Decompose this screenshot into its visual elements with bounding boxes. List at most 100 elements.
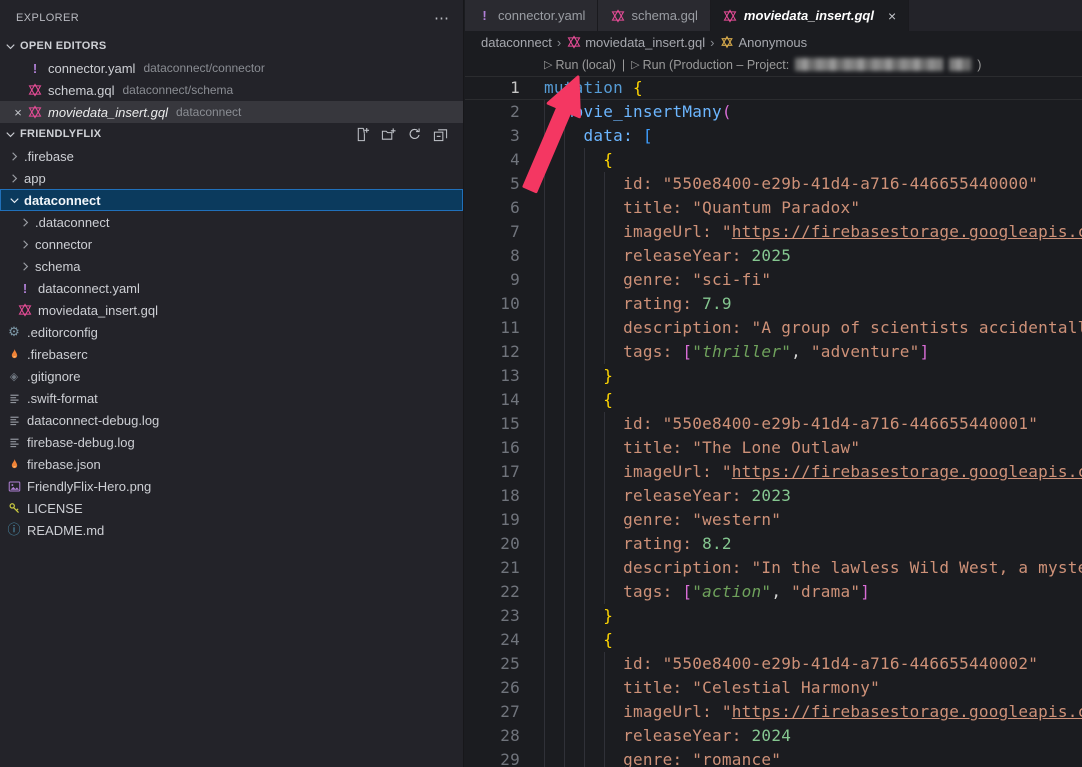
new-folder-icon[interactable] xyxy=(380,126,397,143)
code-line-12[interactable]: 12 tags: ["thriller", "adventure"] xyxy=(465,340,1082,364)
code-line-1[interactable]: 1mutation { xyxy=(465,76,1082,100)
tree-item-connector[interactable]: connector xyxy=(0,233,463,255)
line-number: 16 xyxy=(465,436,520,460)
open-editor-schema.gql[interactable]: schema.gqldataconnect/schema xyxy=(0,79,463,101)
tree-item-label: .dataconnect xyxy=(35,215,109,230)
open-editor-moviedata_insert.gql[interactable]: ×moviedata_insert.gqldataconnect xyxy=(0,101,463,123)
breadcrumb-label: moviedata_insert.gql xyxy=(585,35,705,50)
list-file-icon xyxy=(6,390,22,406)
line-number: 24 xyxy=(465,628,520,652)
run-local-link[interactable]: ▷ Run (local) xyxy=(544,58,616,72)
tree-item-.editorconfig[interactable]: ⚙.editorconfig xyxy=(0,321,463,343)
tree-item-.gitignore[interactable]: ◈.gitignore xyxy=(0,365,463,387)
tree-item-.firebase[interactable]: .firebase xyxy=(0,145,463,167)
operation-icon xyxy=(720,35,735,50)
tree-item-LICENSE[interactable]: LICENSE xyxy=(0,497,463,519)
code-line-24[interactable]: 24 { xyxy=(465,628,1082,652)
tree-item-FriendlyFlix-Hero.png[interactable]: FriendlyFlix-Hero.png xyxy=(0,475,463,497)
tree-item-app[interactable]: app xyxy=(0,167,463,189)
tree-item-dataconnect-debug.log[interactable]: dataconnect-debug.log xyxy=(0,409,463,431)
code-line-16[interactable]: 16 title: "The Lone Outlaw" xyxy=(465,436,1082,460)
line-number: 22 xyxy=(465,580,520,604)
tree-item-dataconnect.yaml[interactable]: !dataconnect.yaml xyxy=(0,277,463,299)
breadcrumb-item-moviedata_insert.gql[interactable]: moviedata_insert.gql xyxy=(566,35,705,50)
code-line-26[interactable]: 26 title: "Celestial Harmony" xyxy=(465,676,1082,700)
code-line-10[interactable]: 10 rating: 7.9 xyxy=(465,292,1082,316)
code-line-23[interactable]: 23 } xyxy=(465,604,1082,628)
tree-item-moviedata_insert.gql[interactable]: moviedata_insert.gql xyxy=(0,299,463,321)
indent-guide xyxy=(584,172,585,196)
code-line-4[interactable]: 4 { xyxy=(465,148,1082,172)
code-line-21[interactable]: 21 description: "In the lawless Wild Wes… xyxy=(465,556,1082,580)
indent-guide xyxy=(564,196,565,220)
breadcrumb-item-dataconnect[interactable]: dataconnect xyxy=(481,35,552,50)
code-line-19[interactable]: 19 genre: "western" xyxy=(465,508,1082,532)
code-line-8[interactable]: 8 releaseYear: 2025 xyxy=(465,244,1082,268)
tree-item-label: .swift-format xyxy=(27,391,98,406)
indent-guide xyxy=(544,268,545,292)
code-line-3[interactable]: 3 data: [ xyxy=(465,124,1082,148)
indent-guide xyxy=(564,748,565,767)
indent-guide xyxy=(604,436,605,460)
open-editors-label: OPEN EDITORS xyxy=(20,40,107,52)
code-line-28[interactable]: 28 releaseYear: 2024 xyxy=(465,724,1082,748)
tree-item-.swift-format[interactable]: .swift-format xyxy=(0,387,463,409)
code-line-29[interactable]: 29 genre: "romance" xyxy=(465,748,1082,767)
indent-guide xyxy=(604,652,605,676)
code-line-7[interactable]: 7 imageUrl: "https://firebasestorage.goo… xyxy=(465,220,1082,244)
collapse-all-icon[interactable] xyxy=(432,126,449,143)
code-line-11[interactable]: 11 description: "A group of scientists a… xyxy=(465,316,1082,340)
breadcrumb-item-Anonymous[interactable]: Anonymous xyxy=(720,35,808,50)
indent-guide xyxy=(584,244,585,268)
tree-item-dataconnect[interactable]: dataconnect xyxy=(0,189,463,211)
explorer-sidebar: EXPLORER ⋯ OPEN EDITORS !connector.yamld… xyxy=(0,0,464,767)
more-actions-icon[interactable]: ⋯ xyxy=(434,9,449,27)
indent-guide xyxy=(604,412,605,436)
close-icon[interactable]: × xyxy=(888,8,896,24)
tab-connector.yaml[interactable]: !connector.yaml xyxy=(465,0,598,31)
close-icon[interactable]: × xyxy=(10,105,26,120)
tree-item-.firebaserc[interactable]: .firebaserc xyxy=(0,343,463,365)
refresh-icon[interactable] xyxy=(406,126,423,143)
project-section-header[interactable]: FRIENDLYFLIX xyxy=(0,123,463,145)
code-line-13[interactable]: 13 } xyxy=(465,364,1082,388)
code-line-27[interactable]: 27 imageUrl: "https://firebasestorage.go… xyxy=(465,700,1082,724)
new-file-icon[interactable] xyxy=(354,126,371,143)
code-line-2[interactable]: 2 movie_insertMany( xyxy=(465,100,1082,124)
code-editor[interactable]: 1mutation {2 movie_insertMany(3 data: [4… xyxy=(465,76,1082,767)
code-line-9[interactable]: 9 genre: "sci-fi" xyxy=(465,268,1082,292)
indent-guide xyxy=(584,388,585,412)
indent-guide xyxy=(544,700,545,724)
tree-item-firebase.json[interactable]: firebase.json xyxy=(0,453,463,475)
code-line-17[interactable]: 17 imageUrl: "https://firebasestorage.go… xyxy=(465,460,1082,484)
tree-item-README.md[interactable]: ⓘREADME.md xyxy=(0,519,463,541)
open-editors-section-header[interactable]: OPEN EDITORS xyxy=(0,35,463,57)
tab-schema.gql[interactable]: schema.gql xyxy=(598,0,710,31)
project-actions xyxy=(354,126,463,143)
indent-guide xyxy=(584,628,585,652)
codelens-separator: | xyxy=(622,58,625,72)
open-editor-connector.yaml[interactable]: !connector.yamldataconnect/connector xyxy=(0,57,463,79)
tab-moviedata_insert.gql[interactable]: moviedata_insert.gql× xyxy=(711,0,909,31)
run-production-link[interactable]: ▷ Run (Production – Project: xyxy=(631,58,789,72)
tree-item-.dataconnect[interactable]: .dataconnect xyxy=(0,211,463,233)
indent-guide xyxy=(604,220,605,244)
tree-item-label: FriendlyFlix-Hero.png xyxy=(27,479,151,494)
code-line-25[interactable]: 25 id: "550e8400-e29b-41d4-a716-44665544… xyxy=(465,652,1082,676)
code-line-5[interactable]: 5 id: "550e8400-e29b-41d4-a716-446655440… xyxy=(465,172,1082,196)
code-line-15[interactable]: 15 id: "550e8400-e29b-41d4-a716-44665544… xyxy=(465,412,1082,436)
code-line-14[interactable]: 14 { xyxy=(465,388,1082,412)
indent-guide xyxy=(564,124,565,148)
indent-guide xyxy=(544,148,545,172)
code-line-22[interactable]: 22 tags: ["action", "drama"] xyxy=(465,580,1082,604)
tab-bar: !connector.yamlschema.gqlmoviedata_inser… xyxy=(465,0,1082,31)
code-line-18[interactable]: 18 releaseYear: 2023 xyxy=(465,484,1082,508)
tree-item-firebase-debug.log[interactable]: firebase-debug.log xyxy=(0,431,463,453)
tree-item-schema[interactable]: schema xyxy=(0,255,463,277)
line-number: 6 xyxy=(465,196,520,220)
code-line-6[interactable]: 6 title: "Quantum Paradox" xyxy=(465,196,1082,220)
breadcrumb-label: Anonymous xyxy=(739,35,808,50)
code-line-20[interactable]: 20 rating: 8.2 xyxy=(465,532,1082,556)
chevron-right-icon xyxy=(6,148,22,164)
indent-guide xyxy=(544,196,545,220)
